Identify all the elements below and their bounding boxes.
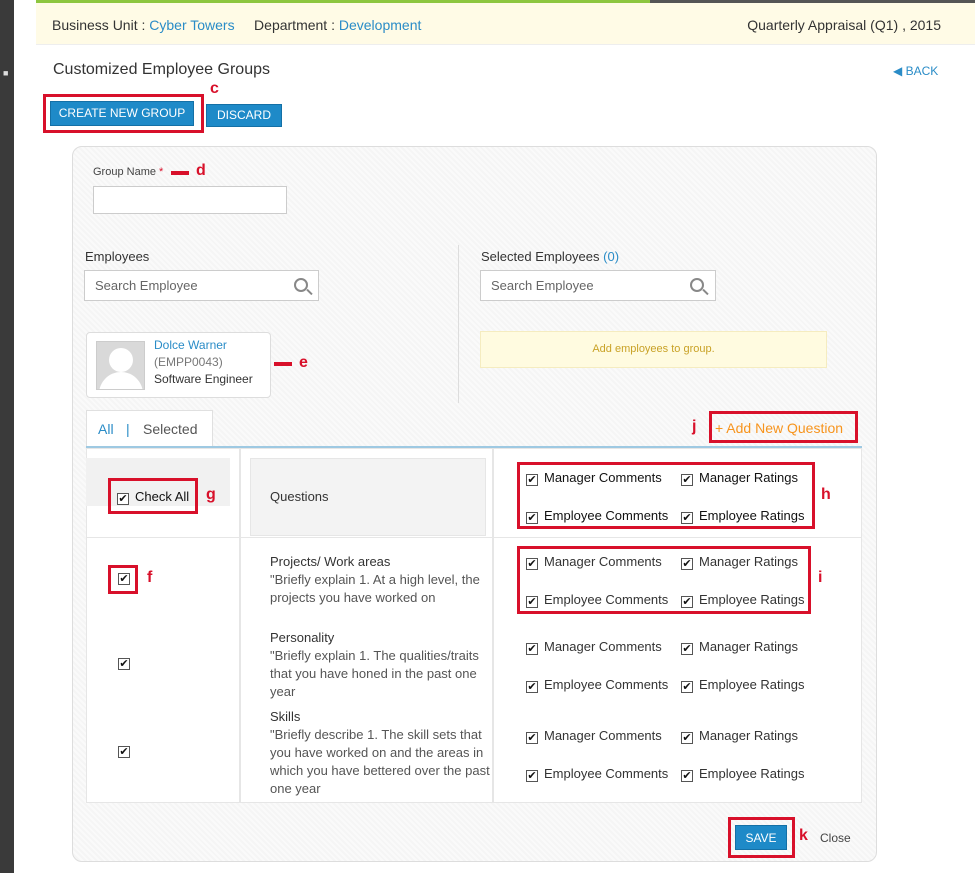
header-row-divider [86,537,862,538]
annotation-label-k: k [799,827,808,844]
group-name-label-text: Group Name [93,166,156,178]
row-3-employee-comments-checkbox[interactable]: ✔ Employee Comments [526,766,668,782]
department-label: Department : [254,17,335,33]
close-link[interactable]: Close [820,831,851,845]
checkmark-icon: ✔ [681,643,693,655]
annotation-box-g [108,478,198,514]
questions-header: Questions [270,489,329,504]
annotation-box-i [517,462,815,529]
row-2-manager-ratings-checkbox[interactable]: ✔ Manager Ratings [681,639,798,655]
page-title: Customized Employee Groups [53,61,270,78]
annotation-label-c: c [210,80,219,97]
annotation-dash-e [274,362,292,366]
business-unit-label: Business Unit : [52,17,146,33]
row-3-manager-comments-checkbox[interactable]: ✔ Manager Comments [526,728,662,744]
employee-role: Software Engineer [154,372,253,386]
employee-search-input[interactable]: Search Employee [84,270,319,301]
required-marker: * [159,166,164,178]
annotation-label-i: h [821,486,831,503]
avatar-head-shape [109,348,133,372]
appraisal-title: Quarterly Appraisal (Q1) , 2015 [747,17,941,33]
discard-button[interactable]: DISCARD [206,104,282,127]
checkmark-icon: ✔ [526,681,538,693]
department-value: Development [338,17,422,33]
selected-employees-count: (0) [603,249,620,264]
avatar [96,341,145,390]
row-2-manager-comments-checkbox[interactable]: ✔ Manager Comments [526,639,662,655]
question-2-description: "Briefly explain 1. The qualities/traits… [270,648,479,699]
question-3-description: "Briefly describe 1. The skill sets that… [270,727,490,796]
question-2-title: Personality [270,630,335,645]
employee-name[interactable]: Dolce Warner [154,338,227,352]
tab-separator: | [126,421,130,437]
question-filter-tabs: All | Selected [86,410,213,446]
employee-search-placeholder: Search Employee [95,278,198,293]
option-label: Employee Comments [544,766,669,781]
question-1-description: "Briefly explain 1. At a high level, the… [270,572,480,605]
back-label: BACK [905,64,939,78]
tab-all[interactable]: All [98,421,114,437]
selected-employees-label: Selected Employees (0) [481,249,619,264]
back-link[interactable]: ◀ BACK [893,64,938,78]
row-3-checkbox[interactable]: ✔ [118,746,130,758]
add-employees-note: Add employees to group. [480,331,827,368]
annotation-label-d: d [196,162,206,179]
row-2-employee-ratings-checkbox[interactable]: ✔ Employee Ratings [681,677,805,693]
search-icon[interactable] [294,278,308,292]
selected-employees-text: Selected Employees [481,249,600,264]
annotation-box-c [43,94,204,133]
annotation-label-f: f [147,569,153,586]
group-name-input[interactable] [93,186,287,214]
annotation-label-h: i [818,569,823,586]
checkmark-icon: ✔ [681,770,693,782]
row-3-employee-ratings-checkbox[interactable]: ✔ Employee Ratings [681,766,805,782]
option-label: Manager Comments [544,639,662,654]
employee-id: (EMPP0043) [154,355,223,369]
row-2-checkbox[interactable]: ✔ [118,658,130,670]
business-unit-value: Cyber Towers [149,17,235,33]
checkmark-icon: ✔ [526,643,538,655]
window-left-edge: ■ [0,0,14,873]
back-arrow-icon: ◀ [893,64,903,78]
annotation-label-e: e [299,354,308,371]
employee-card[interactable]: Dolce Warner (EMPP0043) Software Enginee… [86,332,271,398]
annotation-label-j: j [692,418,697,435]
group-name-label: Group Name * [93,166,163,178]
option-label: Employee Ratings [699,766,805,781]
annotation-dash-d [171,171,189,175]
tab-selected[interactable]: Selected [143,421,197,437]
annotation-box-j [709,411,858,443]
annotation-label-g: g [206,486,216,503]
search-icon[interactable] [690,278,704,292]
annotation-box-k [728,817,795,858]
business-unit-info: Business Unit : Cyber Towers Department … [52,17,421,33]
question-3-title: Skills [270,709,301,724]
option-label: Employee Ratings [699,677,805,692]
question-1-title: Projects/ Work areas [270,554,391,569]
option-label: Manager Ratings [699,728,798,743]
annotation-box-f [108,565,138,594]
context-header: Business Unit : Cyber Towers Department … [36,3,975,45]
selected-search-placeholder: Search Employee [491,278,594,293]
row-3-manager-ratings-checkbox[interactable]: ✔ Manager Ratings [681,728,798,744]
selected-employee-search-input[interactable]: Search Employee [480,270,716,301]
resize-grip-icon[interactable]: ■ [3,68,9,78]
option-label: Manager Ratings [699,639,798,654]
checkmark-icon: ✔ [526,732,538,744]
column-divider [458,245,459,403]
annotation-box-h [517,546,811,614]
employees-label: Employees [85,249,150,264]
option-label: Employee Comments [544,677,669,692]
option-label: Manager Comments [544,728,662,743]
checkmark-icon: ✔ [526,770,538,782]
row-2-employee-comments-checkbox[interactable]: ✔ Employee Comments [526,677,668,693]
checkmark-icon: ✔ [681,681,693,693]
avatar-body-shape [99,372,143,389]
checkmark-icon: ✔ [681,732,693,744]
